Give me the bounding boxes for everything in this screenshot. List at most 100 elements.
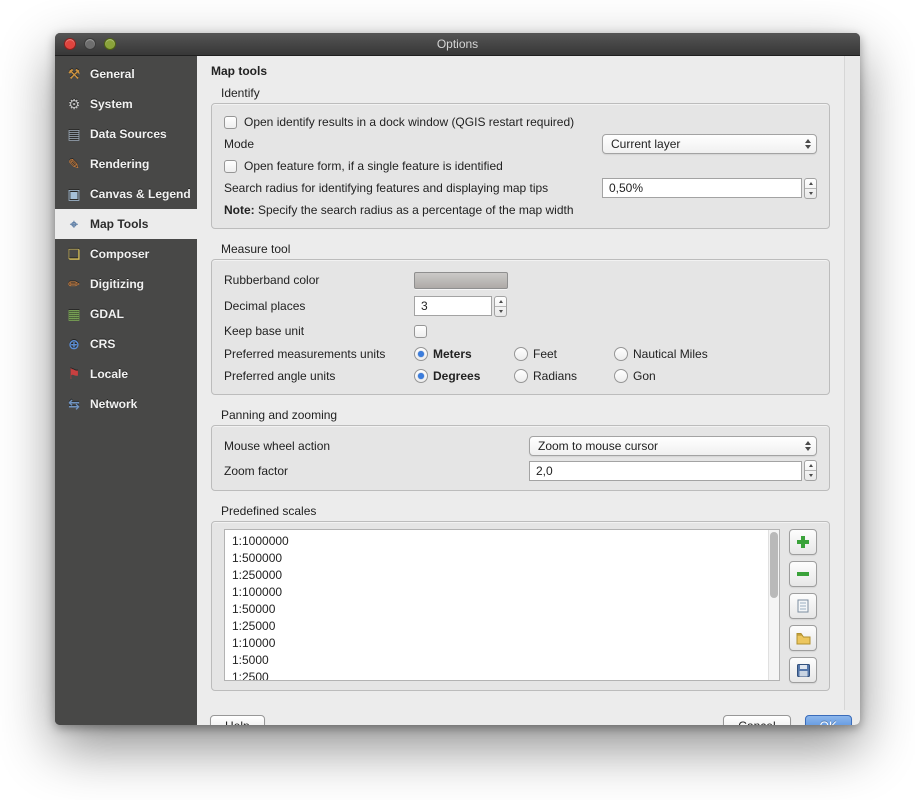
radio-icon[interactable]	[514, 369, 528, 383]
plus-icon	[796, 535, 810, 549]
units-radio-meters[interactable]: Meters	[414, 347, 514, 361]
search-radius-value: 0,50%	[609, 181, 643, 195]
gdal-icon: ▦	[65, 305, 83, 323]
sidebar-item-label: Canvas & Legend	[90, 187, 191, 201]
scales-list-scrollbar[interactable]	[768, 530, 779, 680]
scale-list-item[interactable]: 1:50000	[232, 601, 779, 618]
sidebar-item-label: Network	[90, 397, 137, 411]
import-scales-button[interactable]	[789, 625, 817, 651]
search-radius-input[interactable]: 0,50%	[602, 178, 802, 198]
rubberband-color-button[interactable]	[414, 272, 508, 289]
minimize-button[interactable]	[84, 38, 96, 50]
measure-group: Measure tool Rubberband color Decimal pl…	[211, 242, 830, 395]
angle-radio-gon[interactable]: Gon	[614, 369, 744, 383]
angle-radio-radians-label: Radians	[533, 369, 577, 383]
scale-list-item[interactable]: 1:100000	[232, 584, 779, 601]
zoom-factor-stepper[interactable]	[804, 460, 817, 481]
composer-icon: ❏	[65, 245, 83, 263]
units-radio-nautical-miles[interactable]: Nautical Miles	[614, 347, 744, 361]
traffic-lights	[64, 38, 116, 50]
angle-radio-degrees-label: Degrees	[433, 369, 480, 383]
sidebar-item-digitizing[interactable]: ✏ Digitizing	[55, 269, 197, 299]
scale-list-item[interactable]: 1:2500	[232, 669, 779, 681]
sidebar-item-crs[interactable]: ⊕ CRS	[55, 329, 197, 359]
units-radio-feet-label: Feet	[533, 347, 557, 361]
titlebar[interactable]: Options	[55, 33, 860, 56]
scale-list-item[interactable]: 1:10000	[232, 635, 779, 652]
stepper-up-icon[interactable]	[805, 461, 816, 470]
sidebar-item-map-tools[interactable]: ⌖ Map Tools	[55, 209, 197, 239]
mouse-wheel-action-label: Mouse wheel action	[224, 439, 529, 453]
sidebar-item-gdal[interactable]: ▦ GDAL	[55, 299, 197, 329]
stepper-up-icon[interactable]	[495, 297, 506, 306]
sidebar-item-rendering[interactable]: ✎ Rendering	[55, 149, 197, 179]
angle-radio-gon-label: Gon	[633, 369, 656, 383]
stepper-down-icon[interactable]	[805, 188, 816, 198]
sidebar-item-canvas-legend[interactable]: ▣ Canvas & Legend	[55, 179, 197, 209]
popup-arrows-icon	[797, 139, 811, 149]
sidebar-item-label: Digitizing	[90, 277, 144, 291]
preferred-angle-label: Preferred angle units	[224, 369, 414, 383]
search-radius-stepper[interactable]	[804, 178, 817, 199]
mode-dropdown[interactable]: Current layer	[602, 134, 817, 154]
radio-icon[interactable]	[614, 347, 628, 361]
stepper-down-icon[interactable]	[805, 470, 816, 480]
measure-group-label: Measure tool	[221, 242, 830, 256]
sidebar-item-label: Data Sources	[90, 127, 167, 141]
zoom-factor-label: Zoom factor	[224, 464, 529, 478]
minus-icon	[796, 567, 810, 581]
angle-radio-radians[interactable]: Radians	[514, 369, 614, 383]
export-scales-button[interactable]	[789, 657, 817, 683]
scale-list-item[interactable]: 1:25000	[232, 618, 779, 635]
predefined-scales-list[interactable]: 1:1000000 1:500000 1:250000 1:100000 1:5…	[224, 529, 780, 681]
sidebar-item-locale[interactable]: ⚑ Locale	[55, 359, 197, 389]
units-radio-meters-label: Meters	[433, 347, 472, 361]
stepper-down-icon[interactable]	[495, 306, 506, 316]
sidebar-item-composer[interactable]: ❏ Composer	[55, 239, 197, 269]
radio-icon[interactable]	[414, 369, 428, 383]
popup-arrows-icon	[797, 441, 811, 451]
decimal-places-input[interactable]: 3	[414, 296, 492, 316]
angle-radio-degrees[interactable]: Degrees	[414, 369, 514, 383]
stepper-up-icon[interactable]	[805, 179, 816, 188]
cancel-button[interactable]: Cancel	[723, 715, 790, 726]
radio-icon[interactable]	[514, 347, 528, 361]
feature-form-checkbox[interactable]	[224, 160, 237, 173]
radio-icon[interactable]	[614, 369, 628, 383]
zoom-button[interactable]	[104, 38, 116, 50]
decimal-places-stepper[interactable]	[494, 296, 507, 317]
radio-icon[interactable]	[414, 347, 428, 361]
remove-scale-button[interactable]	[789, 561, 817, 587]
dock-window-checkbox[interactable]	[224, 116, 237, 129]
keep-base-unit-checkbox[interactable]	[414, 325, 427, 338]
mouse-wheel-action-value: Zoom to mouse cursor	[538, 439, 658, 453]
sidebar-item-network[interactable]: ⇆ Network	[55, 389, 197, 419]
window-title: Options	[437, 37, 478, 51]
help-button[interactable]: Help	[210, 715, 265, 726]
units-radio-feet[interactable]: Feet	[514, 347, 614, 361]
footer-bar: Help Cancel OK	[197, 704, 860, 725]
sidebar-item-system[interactable]: ⚙ System	[55, 89, 197, 119]
sidebar: ⚒ General ⚙ System ▤ Data Sources ✎ Rend…	[55, 56, 197, 725]
scales-group-label: Predefined scales	[221, 504, 830, 518]
scale-list-item[interactable]: 1:5000	[232, 652, 779, 669]
ok-button[interactable]: OK	[805, 715, 852, 726]
identify-group: Identify Open identify results in a dock…	[211, 86, 830, 229]
sidebar-item-label: General	[90, 67, 135, 81]
add-scale-button[interactable]	[789, 529, 817, 555]
scrollbar-thumb[interactable]	[770, 532, 778, 598]
scale-list-item[interactable]: 1:500000	[232, 550, 779, 567]
digitizing-icon: ✏	[65, 275, 83, 293]
close-button[interactable]	[64, 38, 76, 50]
content-scrollbar-track[interactable]	[844, 56, 860, 710]
general-icon: ⚒	[65, 65, 83, 83]
sidebar-item-general[interactable]: ⚒ General	[55, 59, 197, 89]
search-radius-label: Search radius for identifying features a…	[224, 181, 548, 195]
sidebar-item-data-sources[interactable]: ▤ Data Sources	[55, 119, 197, 149]
sidebar-item-label: Locale	[90, 367, 128, 381]
default-scales-button[interactable]	[789, 593, 817, 619]
zoom-factor-input[interactable]: 2,0	[529, 461, 802, 481]
scale-list-item[interactable]: 1:1000000	[232, 533, 779, 550]
scale-list-item[interactable]: 1:250000	[232, 567, 779, 584]
mouse-wheel-action-dropdown[interactable]: Zoom to mouse cursor	[529, 436, 817, 456]
